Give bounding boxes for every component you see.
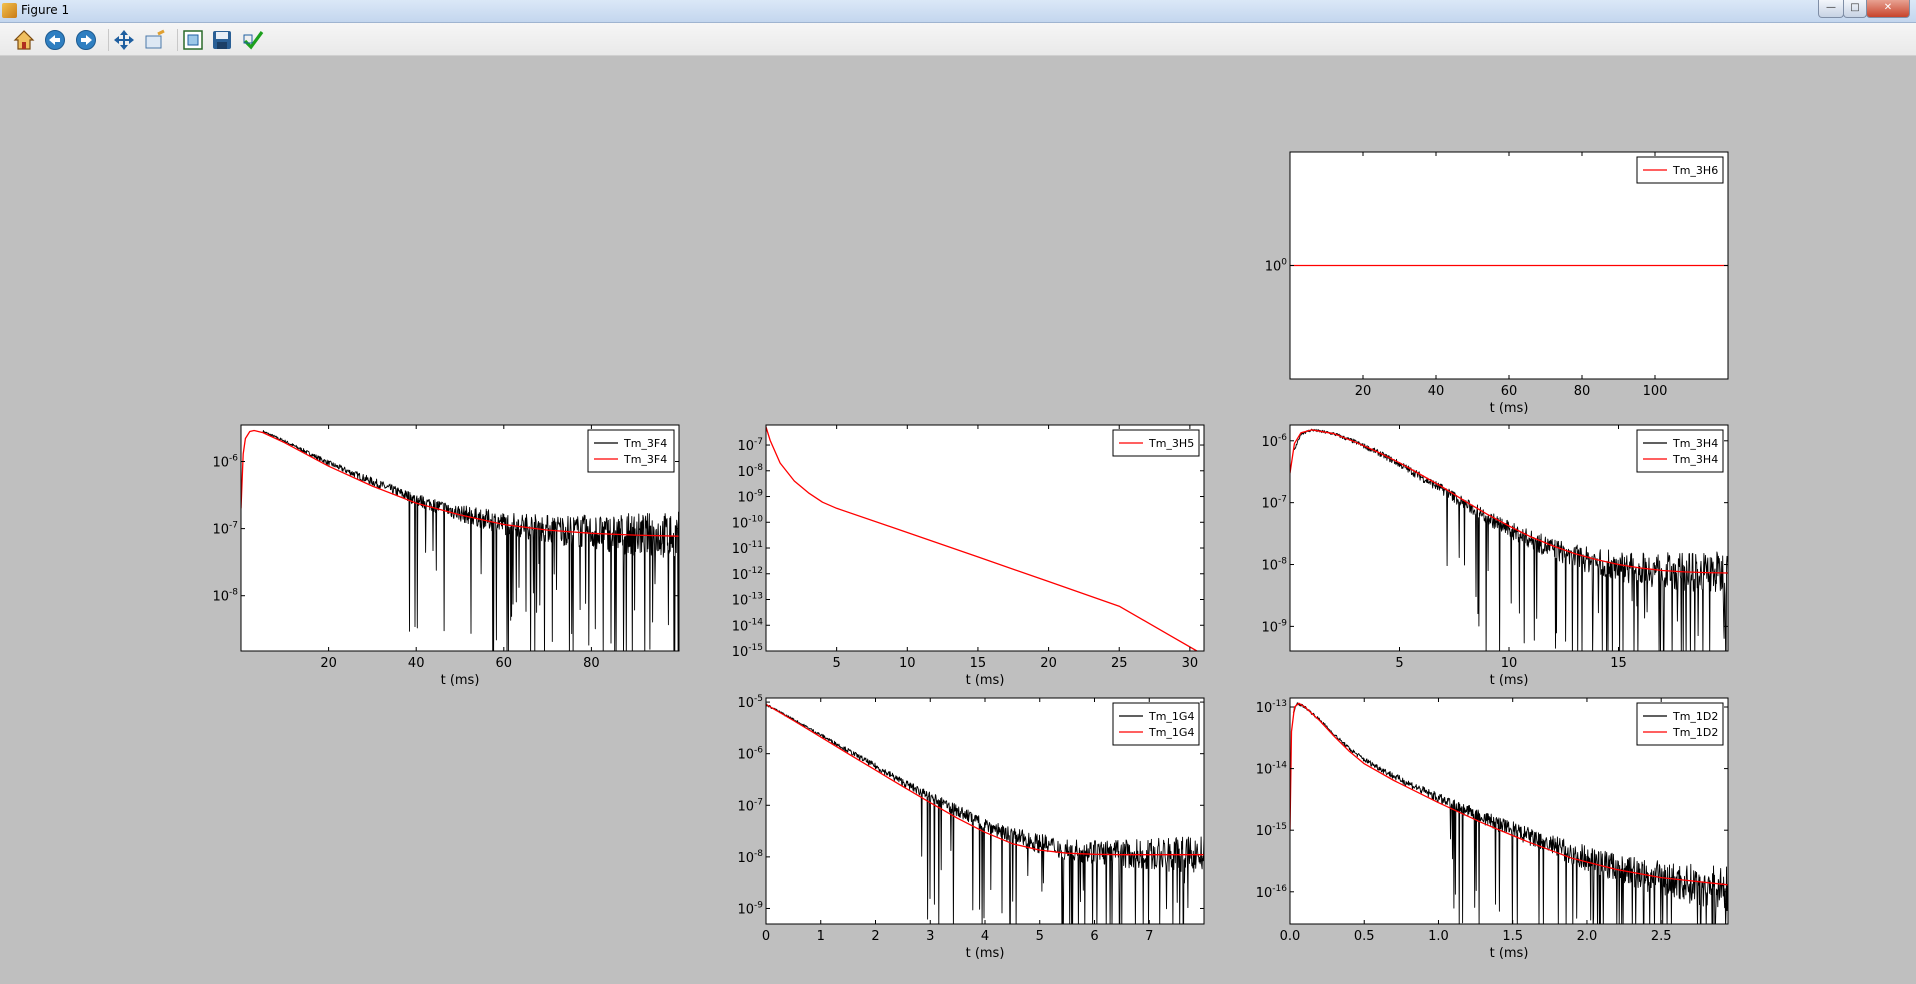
x-tick-label: 80 — [1574, 384, 1591, 399]
x-tick-label: 0.5 — [1354, 929, 1375, 944]
x-tick-label: 60 — [1501, 384, 1518, 399]
legend: Tm_3H5 — [1112, 429, 1200, 457]
legend-label: Tm_1D2 — [1672, 726, 1718, 739]
y-tick-label: 10-6 — [737, 746, 763, 763]
y-tick-label: 10-8 — [737, 849, 763, 866]
legend: Tm_3H4 Tm_3H4 — [1636, 429, 1724, 473]
x-tick-label: 10 — [1501, 656, 1518, 671]
x-tick-label: 20 — [1355, 384, 1372, 399]
legend-label: Tm_1G4 — [1148, 726, 1194, 739]
y-tick-label: 10-7 — [737, 797, 763, 814]
y-tick-label: 10-7 — [1261, 495, 1287, 512]
legend-label: Tm_3H4 — [1672, 437, 1718, 450]
y-tick-label: 10-7 — [737, 437, 763, 454]
chart-tm-1g4: 0 1 2 3 4 5 6 7 10-5 10-6 10-7 10-8 10-9 t (ms) Tm_1G4… — [737, 694, 1205, 961]
x-tick-label: 1.5 — [1502, 929, 1523, 944]
x-tick-label: 25 — [1111, 656, 1128, 671]
y-tick-label: 10-15 — [1256, 822, 1287, 839]
y-tick-label: 10-5 — [737, 694, 763, 711]
chart-tm-3f4: 20 40 60 80 10-6 10-7 10-8 t (ms) Tm_3F4 Tm_3F4 — [212, 424, 680, 688]
y-tick-label: 10-16 — [1256, 884, 1288, 901]
legend-label: Tm_1D2 — [1672, 710, 1718, 723]
legend-label: Tm_3H4 — [1672, 453, 1718, 466]
y-tick-label: 10-8 — [212, 588, 238, 605]
legend-label: Tm_1G4 — [1148, 710, 1194, 723]
y-tick-label: 10-12 — [732, 566, 763, 583]
x-tick-label: 0.0 — [1280, 929, 1301, 944]
x-tick-label: 40 — [1428, 384, 1445, 399]
x-tick-label: 5 — [833, 656, 841, 671]
x-tick-label: 5 — [1036, 929, 1044, 944]
x-axis-label: t (ms) — [966, 673, 1005, 688]
x-axis-label: t (ms) — [1490, 946, 1529, 961]
x-tick-label: 5 — [1395, 656, 1403, 671]
legend: Tm_3H6 — [1636, 156, 1724, 184]
y-tick-label: 10-13 — [732, 592, 763, 609]
x-tick-label: 100 — [1643, 384, 1668, 399]
legend-label: Tm_3H5 — [1148, 437, 1194, 450]
x-tick-label: 10 — [899, 656, 916, 671]
x-tick-label: 3 — [926, 929, 934, 944]
y-tick-label: 10-8 — [737, 463, 763, 480]
x-axis-label: t (ms) — [441, 673, 480, 688]
y-tick-label: 10-9 — [737, 900, 763, 917]
x-tick-label: 2.0 — [1577, 929, 1598, 944]
x-axis-label: t (ms) — [966, 946, 1005, 961]
y-tick-label: 10-10 — [732, 514, 764, 531]
legend: Tm_1D2 Tm_1D2 — [1636, 702, 1724, 746]
x-tick-label: 15 — [1610, 656, 1627, 671]
x-axis-label: t (ms) — [1490, 673, 1529, 688]
x-tick-label: 1.0 — [1428, 929, 1449, 944]
legend-label: Tm_3F4 — [623, 453, 667, 466]
x-tick-label: 2.5 — [1651, 929, 1672, 944]
y-tick-label: 10-9 — [1261, 618, 1287, 635]
y-tick-label: 10-14 — [732, 617, 764, 634]
x-tick-label: 4 — [981, 929, 989, 944]
chart-tm-3h5: 5 10 15 20 25 30 10-7 10-8 10-9 10-10 10-11 10-12 10… — [732, 424, 1205, 688]
x-tick-label: 2 — [871, 929, 879, 944]
y-tick-label: 10-13 — [1256, 699, 1287, 716]
x-tick-label: 30 — [1182, 656, 1199, 671]
x-tick-label: 20 — [1040, 656, 1057, 671]
x-tick-label: 15 — [970, 656, 987, 671]
x-tick-label: 0 — [762, 929, 770, 944]
y-tick-label: 10-14 — [1256, 761, 1288, 778]
x-tick-label: 6 — [1090, 929, 1098, 944]
y-tick-label: 10-9 — [737, 489, 763, 506]
y-tick-label: 10-11 — [732, 540, 763, 557]
legend: Tm_3F4 Tm_3F4 — [587, 429, 675, 473]
y-tick-label: 10-6 — [212, 454, 238, 471]
x-axis-label: t (ms) — [1490, 401, 1529, 416]
y-tick-label: 10-7 — [212, 521, 238, 538]
x-tick-label: 20 — [320, 656, 337, 671]
chart-tm-3h4: 5 10 15 10-6 10-7 10-8 10-9 t (ms) Tm_3H4 Tm_3H4 — [1261, 424, 1729, 688]
legend: Tm_1G4 Tm_1G4 — [1112, 702, 1200, 746]
x-tick-label: 1 — [817, 929, 825, 944]
y-tick-label: 10-6 — [1261, 433, 1287, 450]
legend-label: Tm_3H6 — [1672, 164, 1718, 177]
chart-tm-3h6: 20 40 60 80 100 100 t (ms) Tm_3H6 — [1265, 151, 1729, 416]
y-tick-label: 10-15 — [732, 643, 763, 660]
figure-canvas: 20 40 60 80 100100t (ms)Tm_3H620 40 60 8010-610… — [212, 151, 1729, 961]
x-tick-label: 80 — [583, 656, 600, 671]
y-tick-label: 10-8 — [1261, 557, 1287, 574]
x-tick-label: 60 — [496, 656, 513, 671]
x-tick-label: 40 — [408, 656, 425, 671]
chart-tm-1d2: 0.0 0.5 1.0 1.5 2.0 2.5 10-13 10-14 10-15 10-16 t … — [1256, 697, 1729, 961]
legend-label: Tm_3F4 — [623, 437, 667, 450]
y-tick-label: 100 — [1265, 258, 1288, 275]
x-tick-label: 7 — [1145, 929, 1153, 944]
